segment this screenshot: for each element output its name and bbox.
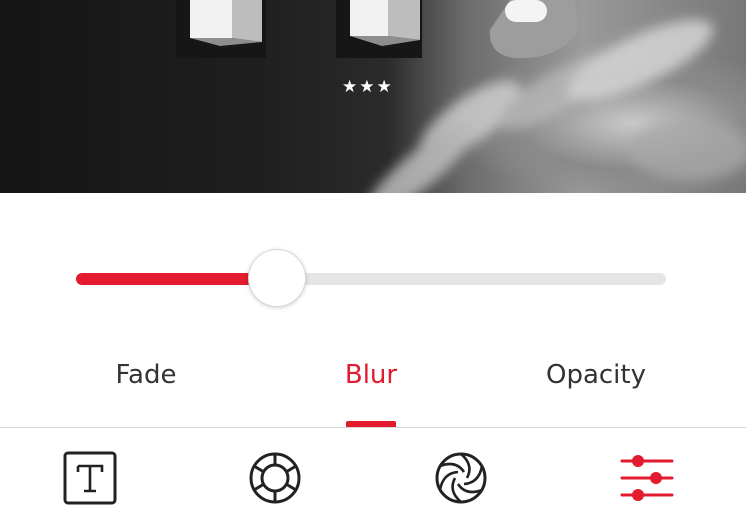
cube-2	[336, 0, 422, 58]
tab-fade[interactable]: Fade	[46, 360, 246, 390]
controls-panel	[0, 193, 746, 428]
bottom-toolbar	[0, 427, 746, 528]
rating-stars: ★★★	[342, 77, 394, 97]
tab-opacity[interactable]: Opacity	[496, 360, 696, 390]
adjust-tool-button[interactable]	[619, 450, 675, 506]
text-tool-button[interactable]	[62, 450, 118, 506]
text-icon	[63, 451, 117, 505]
filter-tool-button[interactable]	[247, 450, 303, 506]
blur-slider-track[interactable]	[76, 273, 666, 285]
cube-1	[176, 0, 266, 58]
lens-filter-icon	[249, 452, 301, 504]
blur-slider-thumb[interactable]	[247, 249, 306, 307]
adjustments-sliders-icon	[620, 455, 674, 501]
aperture-icon	[435, 452, 487, 504]
aperture-tool-button[interactable]	[433, 450, 489, 506]
photo-preview: ★★★	[0, 0, 746, 193]
tab-blur[interactable]: Blur	[271, 360, 471, 390]
